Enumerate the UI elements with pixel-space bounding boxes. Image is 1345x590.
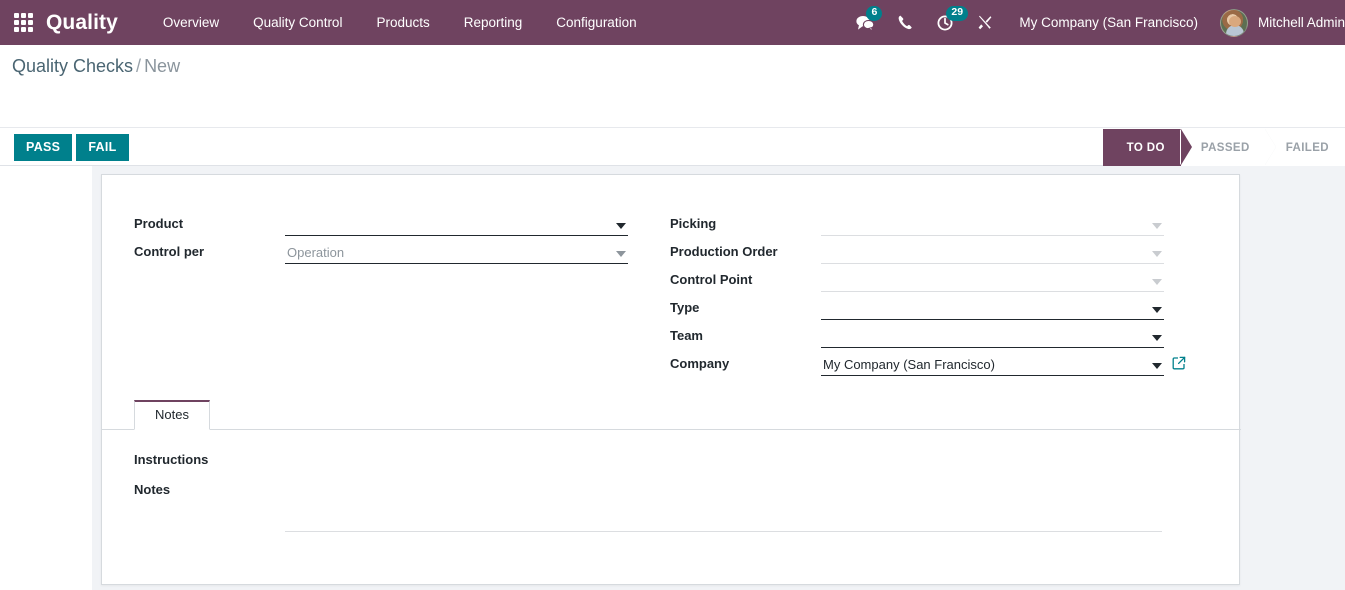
field-notes: Notes [134, 482, 1209, 532]
systray: 6 29 My Company (San Francisco) Mitc [845, 0, 1345, 45]
notebook-tab-strip: Notes [102, 400, 1241, 430]
external-link-icon[interactable] [1172, 356, 1186, 374]
field-input-team[interactable] [821, 325, 1164, 348]
field-underline [821, 375, 1164, 376]
notebook-tab-content: Instructions Notes [102, 430, 1241, 532]
page-body: Product Control per Operation [0, 166, 1345, 590]
form-fields-area: Product Control per Operation [102, 175, 1241, 393]
field-underline [821, 235, 1164, 236]
field-input-production-order[interactable] [821, 241, 1164, 264]
field-label-picking: Picking [670, 213, 821, 232]
field-input-type[interactable] [821, 297, 1164, 320]
sheet-left-gutter [0, 166, 92, 590]
chevron-down-icon[interactable] [616, 251, 626, 257]
field-label-team: Team [670, 325, 821, 344]
field-team: Team [670, 325, 1164, 353]
app-brand-quality[interactable]: Quality [46, 11, 124, 35]
field-underline [821, 347, 1164, 348]
field-label-company: Company [670, 353, 821, 372]
status-action-buttons: PASS FAIL [14, 134, 129, 161]
field-label-product: Product [134, 213, 285, 232]
field-underline [821, 263, 1164, 264]
field-input-control-point[interactable] [821, 269, 1164, 292]
breadcrumb: Quality Checks/New [12, 56, 180, 77]
nav-item-reporting[interactable]: Reporting [447, 0, 540, 45]
chevron-down-icon[interactable] [1152, 251, 1162, 257]
field-label-control-per: Control per [134, 241, 285, 260]
status-pipeline: TO DO PASSED FAILED [1103, 129, 1345, 166]
field-company: Company My Company (San Francisco) [670, 353, 1164, 381]
tools-wrench-icon[interactable] [965, 0, 1005, 45]
fail-button[interactable]: FAIL [76, 134, 128, 161]
apps-grid-icon[interactable] [0, 0, 46, 45]
apps-grid-glyph [14, 13, 33, 32]
field-type: Type [670, 297, 1164, 325]
user-name: Mitchell Admin [1258, 15, 1345, 30]
top-navbar: Quality Overview Quality Control Product… [0, 0, 1345, 45]
field-value-control-per: Operation [287, 245, 344, 261]
stage-failed[interactable]: FAILED [1266, 129, 1345, 166]
field-label-type: Type [670, 297, 821, 316]
form-sheet: Product Control per Operation [101, 174, 1240, 585]
messages-icon[interactable]: 6 [845, 0, 885, 45]
user-menu[interactable]: Mitchell Admin [1212, 0, 1345, 45]
nav-item-configuration[interactable]: Configuration [539, 0, 653, 45]
control-panel: Quality Checks/New SAVE DISCARD [0, 45, 1345, 128]
field-production-order: Production Order [670, 241, 1164, 269]
form-column-right: Picking Production Order [670, 213, 1164, 381]
field-input-instructions[interactable] [285, 452, 1209, 466]
field-underline [821, 291, 1164, 292]
tab-notes[interactable]: Notes [134, 400, 210, 430]
field-input-control-per[interactable]: Operation [285, 241, 628, 264]
field-input-notes[interactable] [285, 482, 1162, 532]
field-instructions: Instructions [134, 452, 1209, 468]
nav-item-quality-control[interactable]: Quality Control [236, 0, 359, 45]
field-value-company: My Company (San Francisco) [823, 357, 995, 373]
form-column-left: Product Control per Operation [134, 213, 628, 269]
breadcrumb-separator: / [136, 56, 141, 76]
stage-passed[interactable]: PASSED [1181, 129, 1266, 166]
field-input-picking[interactable] [821, 213, 1164, 236]
activity-clock-icon[interactable]: 29 [925, 0, 965, 45]
current-company[interactable]: My Company (San Francisco) [1005, 0, 1212, 45]
stage-todo[interactable]: TO DO [1103, 129, 1181, 166]
chevron-down-icon[interactable] [616, 223, 626, 229]
field-input-company[interactable]: My Company (San Francisco) [821, 353, 1164, 376]
notebook: Notes Instructions Notes [102, 400, 1241, 546]
chevron-down-icon[interactable] [1152, 363, 1162, 369]
avatar [1220, 9, 1248, 37]
field-control-point: Control Point [670, 269, 1164, 297]
chevron-down-icon[interactable] [1152, 279, 1162, 285]
field-label-control-point: Control Point [670, 269, 821, 288]
chevron-down-icon[interactable] [1152, 335, 1162, 341]
field-product: Product [134, 213, 628, 241]
messages-badge: 6 [866, 6, 882, 21]
field-underline [285, 263, 628, 264]
field-underline [285, 235, 628, 236]
nav-item-overview[interactable]: Overview [146, 0, 236, 45]
phone-icon[interactable] [885, 0, 925, 45]
field-label-instructions: Instructions [134, 452, 285, 468]
chevron-down-icon[interactable] [1152, 223, 1162, 229]
field-label-notes: Notes [134, 482, 285, 498]
status-bar: PASS FAIL TO DO PASSED FAILED [0, 129, 1345, 166]
breadcrumb-current: New [144, 56, 180, 76]
nav-item-products[interactable]: Products [359, 0, 446, 45]
pass-button[interactable]: PASS [14, 134, 72, 161]
field-underline [821, 319, 1164, 320]
field-picking: Picking [670, 213, 1164, 241]
breadcrumb-root[interactable]: Quality Checks [12, 56, 133, 76]
field-label-production-order: Production Order [670, 241, 821, 260]
field-control-per: Control per Operation [134, 241, 628, 269]
chevron-down-icon[interactable] [1152, 307, 1162, 313]
field-input-product[interactable] [285, 213, 628, 236]
